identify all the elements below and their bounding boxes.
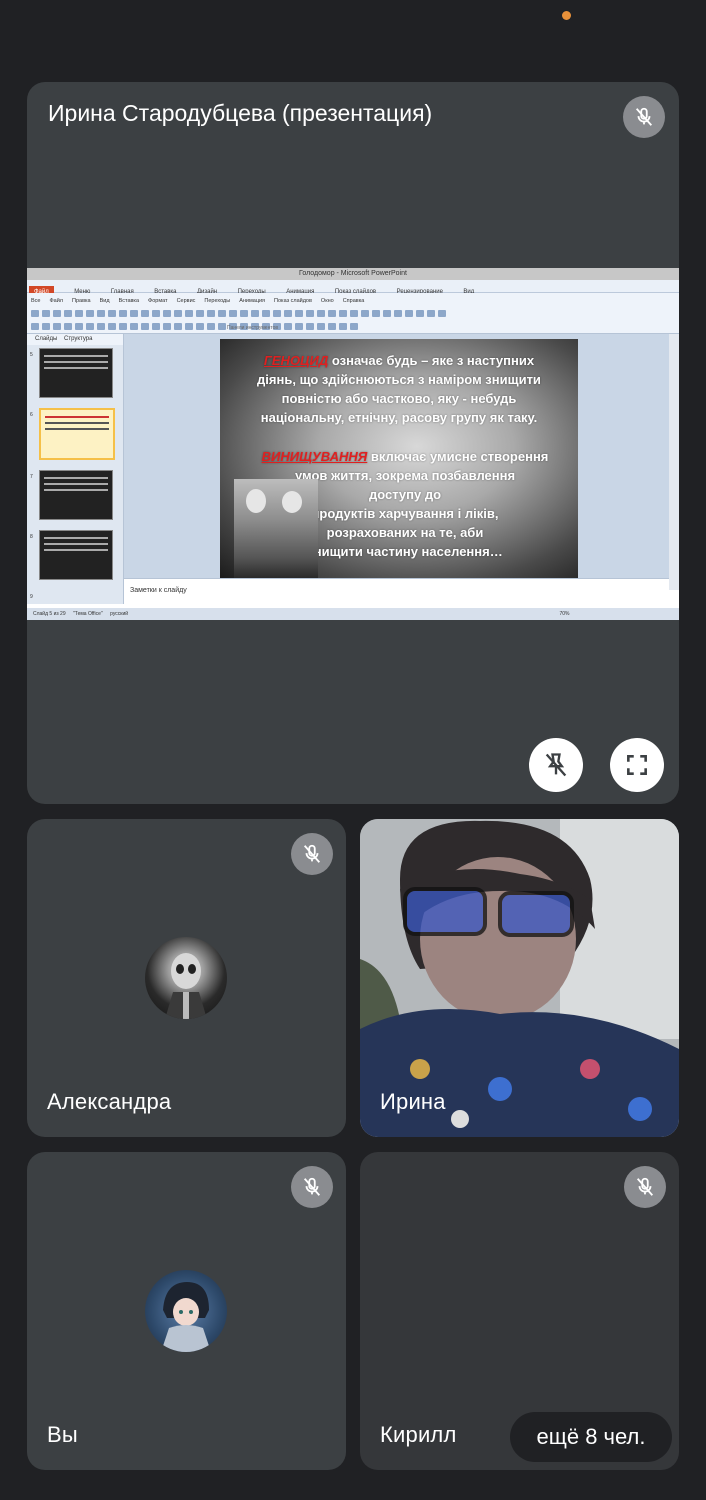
app-title-bar: Голодомор - Microsoft PowerPoint (27, 268, 679, 280)
slide-thumbnail-selected[interactable] (39, 408, 115, 460)
slide-text: повністю або частково, яку - небудь (281, 391, 517, 406)
tab-outline[interactable]: Структура (64, 336, 92, 342)
presentation-tile[interactable]: Ирина Стародубцева (презентация) Голодом… (27, 82, 679, 804)
ribbon-file[interactable]: Файл (49, 298, 63, 304)
slide-text: розрахованих на те, аби (326, 525, 484, 540)
slide-thumbnail[interactable] (39, 530, 113, 580)
mic-off-icon (623, 96, 665, 138)
term-genocide: ГЕНОЦИД (263, 353, 329, 368)
participant-tile[interactable]: Ирина (360, 819, 679, 1137)
ribbon-view[interactable]: Вид (100, 298, 110, 304)
slide-paragraph-1: ГЕНОЦИД означає будь – яке з наступних д… (220, 351, 578, 427)
fullscreen-button[interactable] (610, 738, 664, 792)
slide-number: 8 (30, 534, 33, 540)
ribbon-format[interactable]: Формат (148, 298, 168, 304)
slides-panel: Слайды Структура 5 6 7 8 9 (27, 334, 124, 604)
status-slide: Слайд 5 из 29 (33, 611, 66, 617)
avatar-anime-icon (145, 1270, 227, 1352)
slide-number: 9 (30, 594, 33, 600)
unpin-icon (545, 753, 567, 777)
current-slide: ГЕНОЦИД означає будь – яке з наступних д… (220, 339, 578, 578)
vertical-scrollbar[interactable] (669, 334, 679, 590)
slide-number: 7 (30, 474, 33, 480)
participant-name: Александра (47, 1089, 172, 1114)
app-menu-bar: Файл Меню Главная Вставка Дизайн Переход… (27, 280, 679, 298)
slide-text: включає умисне створення (367, 449, 549, 464)
toolbar-icons-row-1 (31, 308, 679, 319)
app-ribbon: Все Файл Правка Вид Вставка Формат Серви… (27, 293, 679, 334)
slide-text: знищити частину населення… (307, 544, 503, 559)
presenter-title: Ирина Стародубцева (презентация) (48, 100, 433, 126)
status-theme: "Тема Office" (73, 611, 103, 617)
status-bar: Слайд 5 из 29 "Тема Office" русский 70% (27, 608, 679, 620)
ribbon-edit[interactable]: Правка (72, 298, 91, 304)
ribbon-tools[interactable]: Сервис (177, 298, 196, 304)
ribbon-transitions[interactable]: Переходы (204, 298, 230, 304)
notes-placeholder: Заметки к слайду (130, 587, 187, 594)
slide-text: доступу до (368, 487, 442, 502)
participant-name: Вы (47, 1422, 78, 1447)
ribbon-animation[interactable]: Анимация (239, 298, 265, 304)
slide-workspace: ГЕНОЦИД означає будь – яке з наступних д… (124, 334, 669, 578)
unpin-button[interactable] (529, 738, 583, 792)
participant-name: Кирилл (380, 1422, 457, 1447)
slide-text: продуктів харчування і ліків, (311, 506, 499, 521)
mic-off-icon (624, 1166, 666, 1208)
recording-indicator-dot (562, 11, 571, 20)
children-photo (234, 479, 318, 578)
ribbon-insert[interactable]: Вставка (119, 298, 139, 304)
participant-tile[interactable]: Александра (27, 819, 346, 1137)
term-extermination: ВИНИЩУВАННЯ (261, 449, 368, 464)
slide-thumbnail[interactable] (39, 470, 113, 520)
notes-pane[interactable]: Заметки к слайду (124, 578, 669, 594)
ribbon-help[interactable]: Справка (343, 298, 365, 304)
slide-thumbnail[interactable] (39, 348, 113, 398)
ribbon-all[interactable]: Все (31, 298, 40, 304)
tab-slides[interactable]: Слайды (35, 336, 57, 342)
mic-off-icon (291, 1166, 333, 1208)
status-lang: русский (110, 611, 129, 617)
ribbon-slideshow[interactable]: Показ слайдов (274, 298, 312, 304)
ribbon-window[interactable]: Окно (321, 298, 334, 304)
fullscreen-icon (627, 755, 647, 775)
slide-text: національну, етнічну, расову групу як та… (260, 410, 538, 425)
slide-text: означає будь – яке з наступних (328, 353, 535, 368)
status-zoom: 70% (559, 611, 570, 617)
more-participants-button[interactable]: ещё 8 чел. (510, 1412, 672, 1462)
slide-text: діянь, що здійснюються з наміром знищити (257, 372, 541, 387)
avatar-skull-icon (145, 937, 227, 1019)
shared-screen: Голодомор - Microsoft PowerPoint Файл Ме… (27, 268, 679, 620)
mic-off-icon (291, 833, 333, 875)
slide-number: 6 (30, 412, 33, 418)
slide-text: умов життя, зокрема позбавлення (294, 468, 516, 483)
toolbar-icons-row-2 (31, 321, 679, 332)
ribbon-caption: Панели инструментов (227, 325, 279, 331)
slide-number: 5 (30, 352, 33, 358)
participant-name: Ирина (380, 1089, 446, 1114)
participant-tile-self[interactable]: Вы (27, 1152, 346, 1470)
